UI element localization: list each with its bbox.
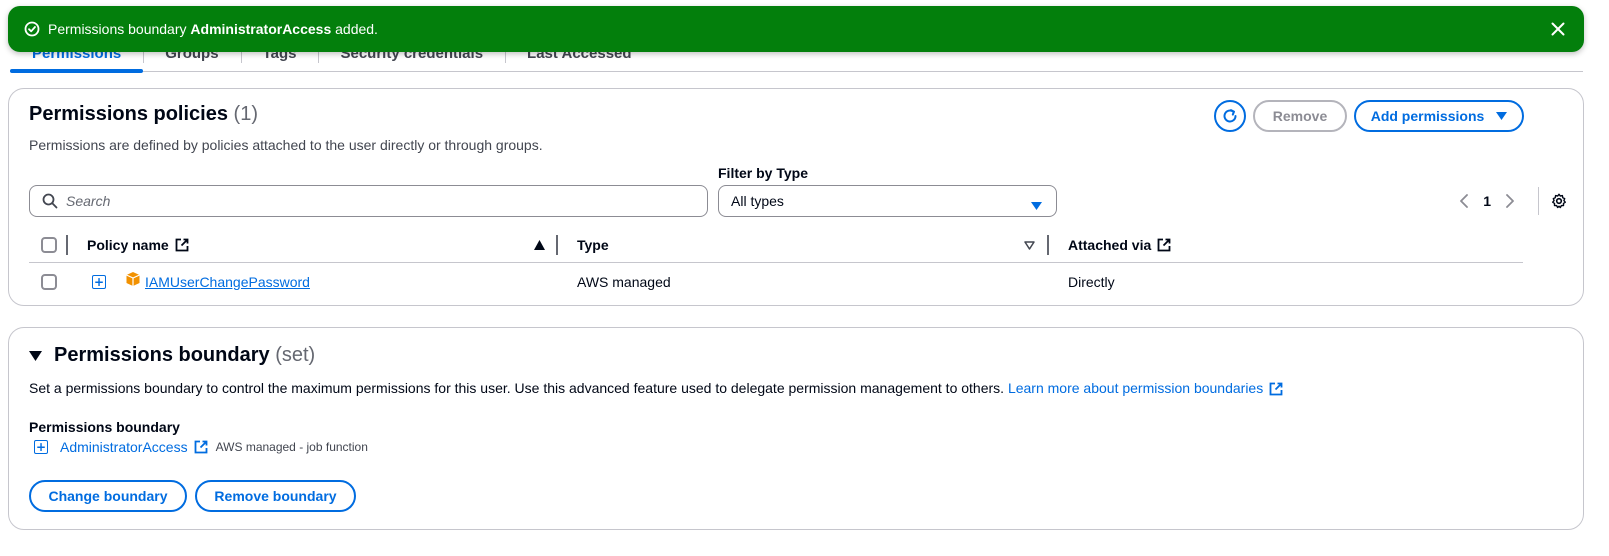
policy-cube-icon bbox=[125, 271, 141, 287]
policies-description: Permissions are defined by policies atta… bbox=[29, 137, 543, 153]
column-attached-via[interactable]: Attached via bbox=[1068, 227, 1171, 263]
external-link-icon bbox=[175, 238, 189, 252]
select-all-checkbox[interactable] bbox=[41, 237, 57, 253]
boundary-policy-type: AWS managed - job function bbox=[215, 440, 368, 454]
learn-more-link[interactable]: Learn more about permission boundaries bbox=[1008, 380, 1283, 396]
pagination: 1 bbox=[1459, 189, 1515, 213]
gear-icon[interactable] bbox=[1551, 193, 1567, 212]
success-flash: Permissions boundary AdministratorAccess… bbox=[8, 6, 1584, 52]
expand-icon[interactable]: + bbox=[34, 440, 48, 454]
close-icon[interactable] bbox=[1548, 19, 1568, 39]
boundary-policy-link[interactable]: AdministratorAccess bbox=[60, 439, 188, 455]
policy-name-cell: IAMUserChangePassword bbox=[125, 264, 310, 300]
attached-via-cell: Directly bbox=[1068, 274, 1115, 290]
filter-type-select[interactable]: All types bbox=[718, 185, 1057, 217]
policy-search[interactable] bbox=[29, 185, 708, 217]
column-type[interactable]: Type bbox=[577, 227, 609, 263]
policies-count: (1) bbox=[233, 103, 258, 125]
policy-link[interactable]: IAMUserChangePassword bbox=[145, 274, 310, 290]
pager-divider bbox=[1538, 187, 1539, 215]
caret-down-icon bbox=[1031, 197, 1042, 213]
caret-down-icon bbox=[1496, 112, 1508, 120]
search-icon bbox=[42, 193, 58, 209]
policy-type-cell: AWS managed bbox=[577, 274, 671, 290]
external-link-icon bbox=[1157, 238, 1171, 252]
boundary-description: Set a permissions boundary to control th… bbox=[29, 380, 1283, 396]
change-boundary-button[interactable]: Change boundary bbox=[29, 480, 187, 512]
policies-title: Permissions policies (1) bbox=[29, 103, 258, 125]
row-checkbox[interactable] bbox=[41, 274, 57, 290]
add-permissions-button[interactable]: Add permissions bbox=[1354, 100, 1524, 132]
table-row: + IAMUserChangePassword AWS managed Dire… bbox=[29, 264, 1523, 300]
external-link-icon[interactable] bbox=[194, 440, 208, 454]
column-divider bbox=[1047, 235, 1049, 255]
policies-table-header: Policy name Type Attached via bbox=[29, 227, 1523, 263]
boundary-status: (set) bbox=[275, 344, 316, 366]
column-divider bbox=[66, 235, 68, 255]
boundary-header[interactable]: Permissions boundary (set) bbox=[29, 344, 315, 367]
chevron-left-icon[interactable] bbox=[1459, 194, 1469, 208]
expand-icon: + bbox=[92, 275, 106, 289]
remove-policy-button[interactable]: Remove bbox=[1253, 100, 1347, 132]
search-input[interactable] bbox=[66, 193, 666, 209]
refresh-icon bbox=[1221, 107, 1239, 125]
filter-by-type-label: Filter by Type bbox=[718, 165, 808, 181]
external-link-icon bbox=[1269, 382, 1283, 396]
chevron-right-icon[interactable] bbox=[1505, 194, 1515, 208]
boundary-policy: + AdministratorAccess AWS managed - job … bbox=[34, 439, 368, 455]
refresh-button[interactable] bbox=[1214, 100, 1246, 132]
column-policy-name[interactable]: Policy name bbox=[87, 227, 189, 263]
caret-down-icon bbox=[29, 350, 42, 361]
check-circle-icon bbox=[24, 21, 40, 37]
boundary-label: Permissions boundary bbox=[29, 419, 180, 435]
sort-descending-icon[interactable] bbox=[1024, 241, 1035, 250]
flash-message: Permissions boundary AdministratorAccess… bbox=[48, 21, 378, 37]
permissions-policies-panel: Permissions policies (1) Permissions are… bbox=[8, 88, 1584, 306]
sort-ascending-icon[interactable] bbox=[534, 240, 545, 250]
page-number[interactable]: 1 bbox=[1483, 193, 1491, 209]
policy-expand-toggle[interactable]: + bbox=[92, 264, 106, 300]
remove-boundary-button[interactable]: Remove boundary bbox=[195, 480, 356, 512]
column-divider bbox=[556, 235, 558, 255]
filter-type-value: All types bbox=[731, 193, 784, 209]
flash-policy-name: AdministratorAccess bbox=[190, 21, 332, 37]
permissions-boundary-panel: Permissions boundary (set) Set a permiss… bbox=[8, 327, 1584, 530]
boundary-title: Permissions boundary (set) bbox=[54, 344, 316, 366]
